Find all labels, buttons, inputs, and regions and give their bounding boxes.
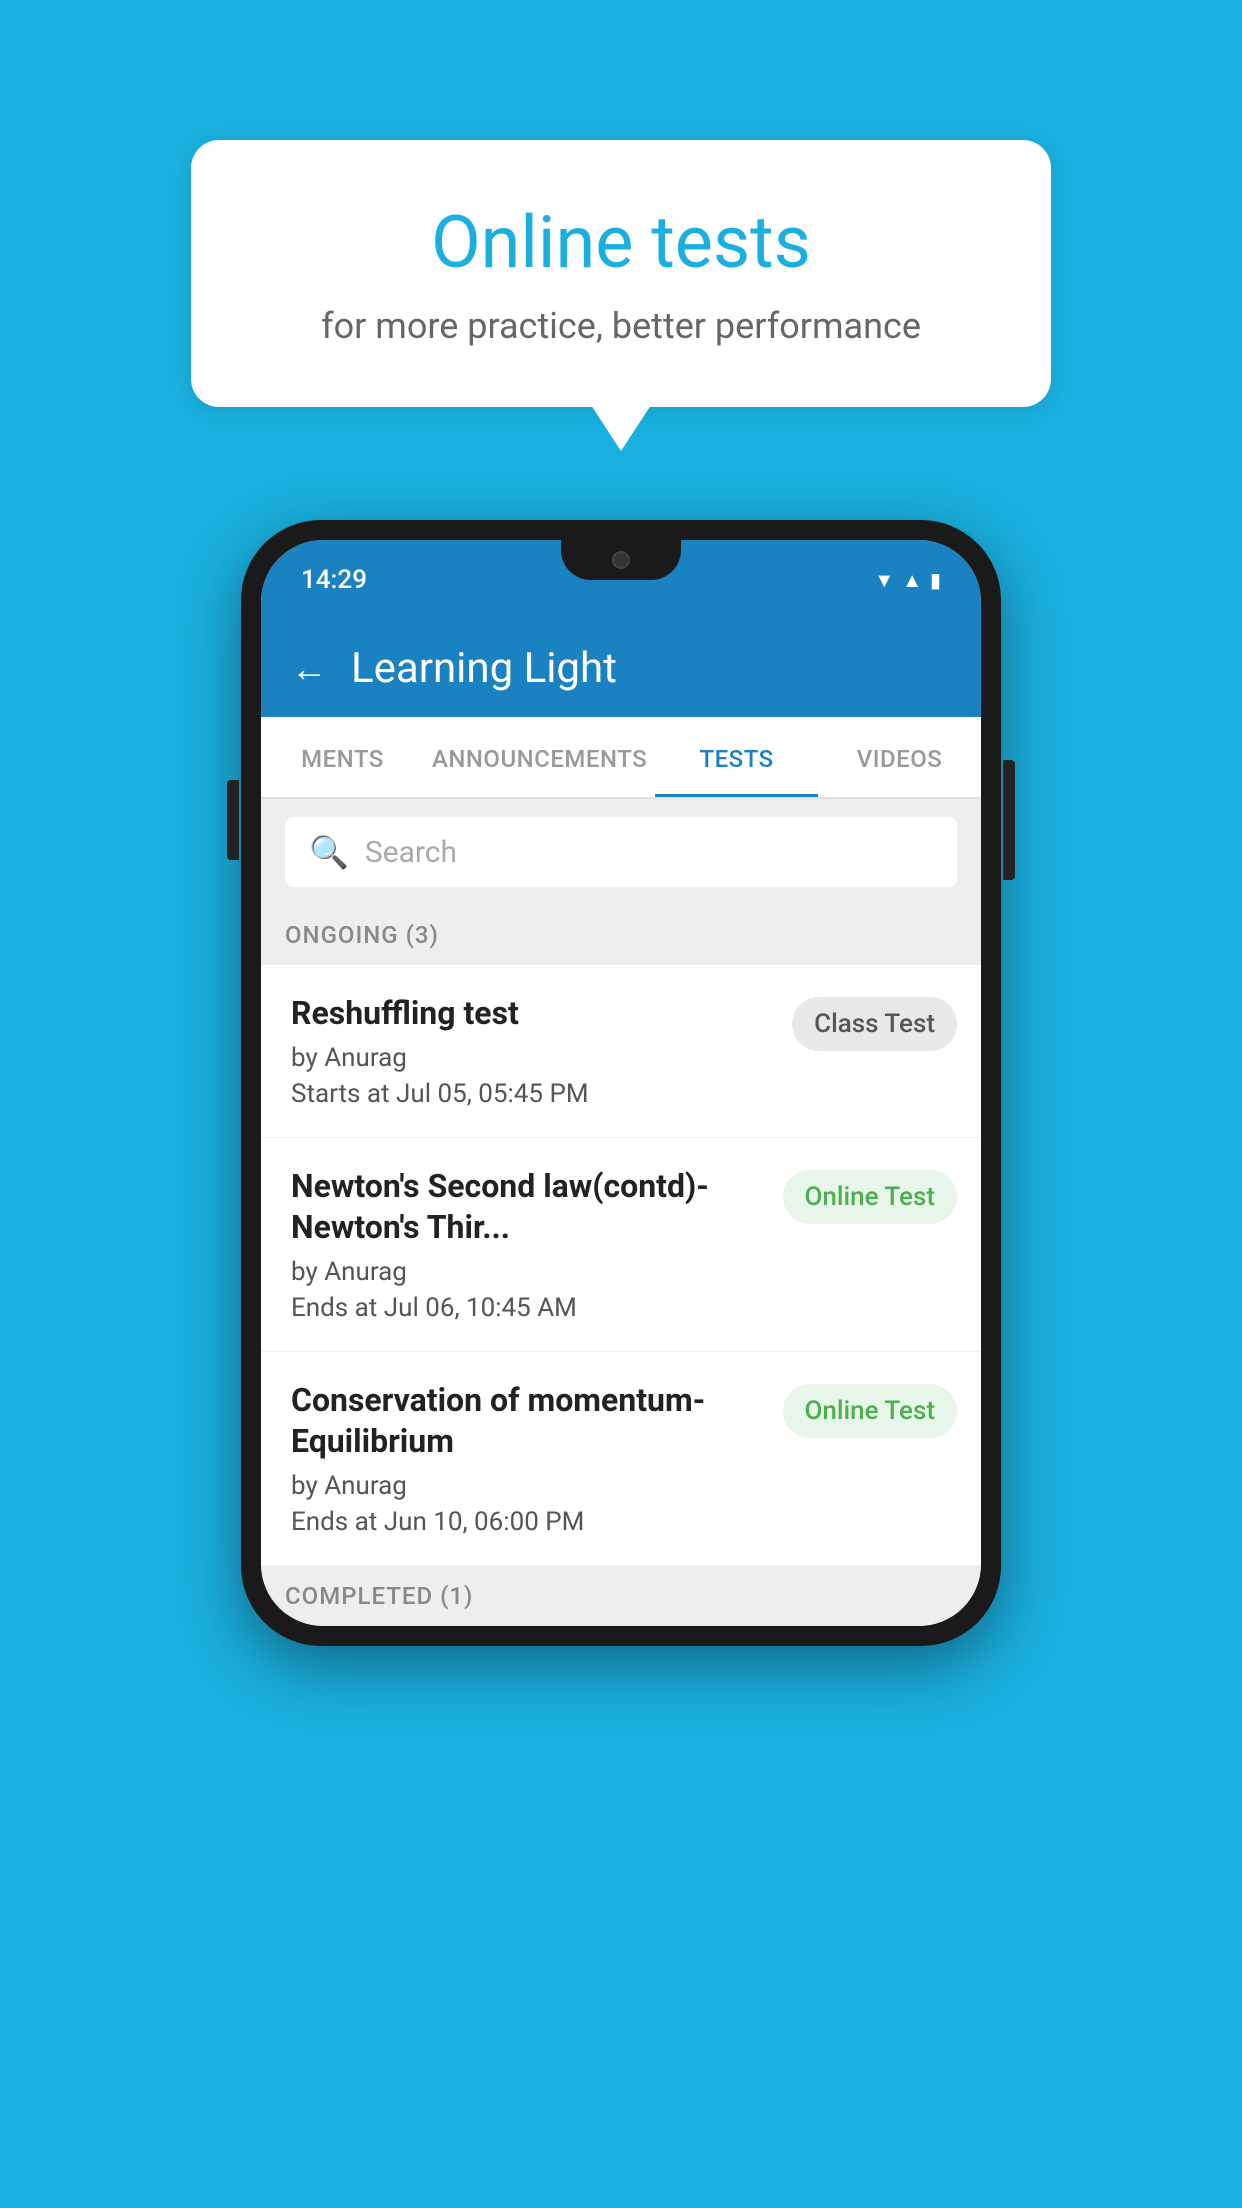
- test-info-1: Reshuffling test by Anurag Starts at Jul…: [291, 993, 772, 1109]
- battery-icon: [930, 568, 941, 593]
- search-container: 🔍 Search: [261, 799, 981, 905]
- back-button[interactable]: ←: [291, 651, 327, 687]
- completed-label: COMPLETED (1): [285, 1582, 473, 1610]
- search-input-wrapper[interactable]: 🔍 Search: [285, 817, 957, 887]
- phone-screen: 14:29 ← Learning Light MENTS: [261, 540, 981, 1626]
- tab-announcements[interactable]: ANNOUNCEMENTS: [424, 717, 655, 797]
- test-date-3: Ends at Jun 10, 06:00 PM: [291, 1507, 763, 1537]
- bubble-title: Online tests: [261, 200, 981, 285]
- test-badge-1: Class Test: [792, 997, 957, 1051]
- bubble-subtitle: for more practice, better performance: [261, 305, 981, 347]
- status-time: 14:29: [301, 565, 367, 595]
- status-bar: 14:29: [261, 540, 981, 620]
- tab-tests[interactable]: TESTS: [655, 717, 818, 797]
- search-icon: 🔍: [309, 833, 349, 871]
- tab-bar: MENTS ANNOUNCEMENTS TESTS VIDEOS: [261, 717, 981, 799]
- status-icons: [874, 568, 941, 593]
- signal-icon: [902, 568, 922, 593]
- search-input[interactable]: Search: [365, 835, 457, 870]
- test-item-1[interactable]: Reshuffling test by Anurag Starts at Jul…: [261, 965, 981, 1138]
- app-header: ← Learning Light: [261, 620, 981, 717]
- test-date-2: Ends at Jul 06, 10:45 AM: [291, 1293, 763, 1323]
- test-badge-3: Online Test: [783, 1384, 958, 1438]
- test-name-1: Reshuffling test: [291, 993, 772, 1035]
- test-name-3: Conservation of momentum-Equilibrium: [291, 1380, 763, 1463]
- test-info-2: Newton's Second law(contd)-Newton's Thir…: [291, 1166, 763, 1323]
- test-by-1: by Anurag: [291, 1043, 772, 1073]
- speech-bubble-box: Online tests for more practice, better p…: [191, 140, 1051, 407]
- promo-speech-bubble: Online tests for more practice, better p…: [191, 140, 1051, 407]
- notch: [561, 540, 681, 580]
- test-by-3: by Anurag: [291, 1471, 763, 1501]
- test-name-2: Newton's Second law(contd)-Newton's Thir…: [291, 1166, 763, 1249]
- test-item-2[interactable]: Newton's Second law(contd)-Newton's Thir…: [261, 1138, 981, 1352]
- completed-section-header: COMPLETED (1): [261, 1566, 981, 1626]
- test-date-1: Starts at Jul 05, 05:45 PM: [291, 1079, 772, 1109]
- app-title: Learning Light: [351, 644, 617, 693]
- ongoing-section-header: ONGOING (3): [261, 905, 981, 965]
- test-info-3: Conservation of momentum-Equilibrium by …: [291, 1380, 763, 1537]
- phone-outer-frame: 14:29 ← Learning Light MENTS: [241, 520, 1001, 1646]
- test-item-3[interactable]: Conservation of momentum-Equilibrium by …: [261, 1352, 981, 1566]
- phone-mockup: 14:29 ← Learning Light MENTS: [241, 520, 1001, 1646]
- tab-ments[interactable]: MENTS: [261, 717, 424, 797]
- test-badge-2: Online Test: [783, 1170, 958, 1224]
- ongoing-label: ONGOING (3): [285, 921, 439, 949]
- camera: [612, 551, 630, 569]
- tab-videos[interactable]: VIDEOS: [818, 717, 981, 797]
- wifi-icon: [874, 568, 894, 593]
- test-by-2: by Anurag: [291, 1257, 763, 1287]
